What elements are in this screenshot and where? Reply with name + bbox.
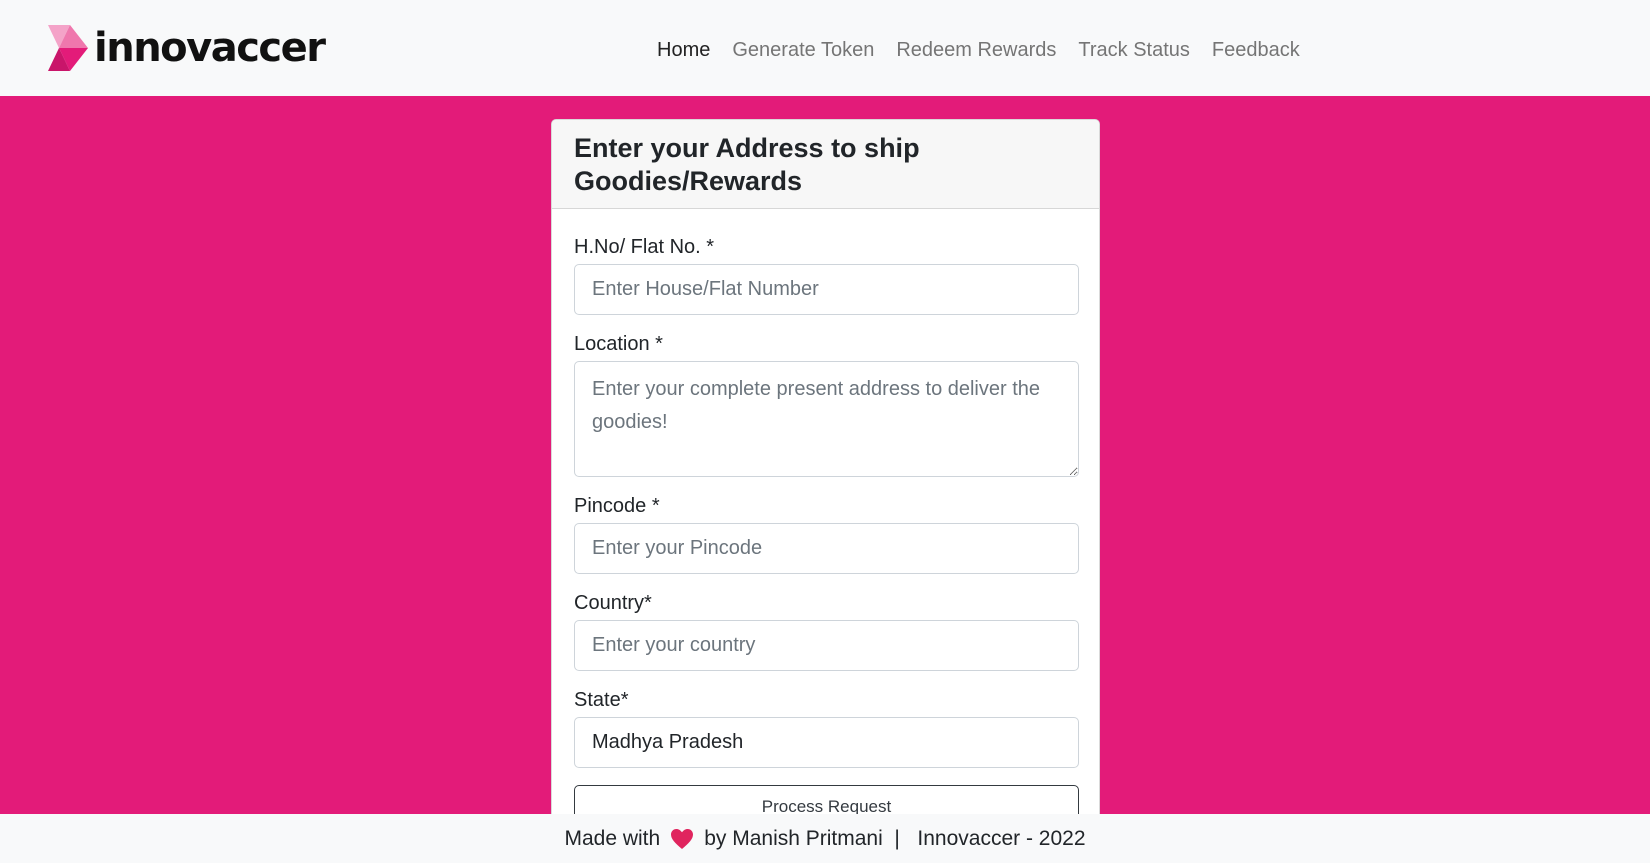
nav-home[interactable]: Home (646, 39, 721, 62)
pincode-label: Pincode * (574, 495, 660, 517)
country-label: Country* (574, 592, 652, 614)
brand-logo[interactable]: innovaccer (48, 24, 326, 72)
nav-redeem-rewards[interactable]: Redeem Rewards (885, 39, 1067, 62)
card-body: H.No/ Flat No. * Location * Pincode * Co… (552, 209, 1099, 829)
main-nav: Home Generate Token Redeem Rewards Track… (646, 30, 1311, 70)
footer-suffix: by Manish Pritmani | Innovaccer - 2022 (704, 826, 1086, 850)
state-label: State* (574, 689, 629, 711)
location-label: Location * (574, 333, 663, 355)
pincode-field-group: Pincode * (574, 494, 1079, 574)
country-field-group: Country* (574, 591, 1079, 671)
location-textarea[interactable] (574, 361, 1079, 477)
address-form-card: Enter your Address to ship Goodies/Rewar… (551, 119, 1100, 839)
nav-track-status[interactable]: Track Status (1067, 39, 1201, 62)
navbar: innovaccer Home Generate Token Redeem Re… (0, 0, 1650, 96)
form-title: Enter your Address to ship Goodies/Rewar… (574, 133, 920, 196)
pincode-input[interactable] (574, 523, 1079, 574)
house-input[interactable] (574, 264, 1079, 315)
state-field-group: State* (574, 688, 1079, 768)
house-field-group: H.No/ Flat No. * (574, 235, 1079, 315)
state-input[interactable] (574, 717, 1079, 768)
card-header: Enter your Address to ship Goodies/Rewar… (552, 120, 1099, 209)
location-field-group: Location * (574, 332, 1079, 477)
innovaccer-logo-icon (48, 25, 88, 71)
nav-generate-token[interactable]: Generate Token (721, 39, 885, 62)
nav-feedback[interactable]: Feedback (1201, 39, 1311, 62)
footer-prefix: Made with (564, 826, 661, 850)
country-input[interactable] (574, 620, 1079, 671)
heart-icon (671, 828, 694, 849)
house-label: H.No/ Flat No. * (574, 236, 715, 258)
footer: Made with by Manish Pritmani | Innovacce… (0, 814, 1650, 863)
brand-name: innovaccer (94, 25, 326, 71)
